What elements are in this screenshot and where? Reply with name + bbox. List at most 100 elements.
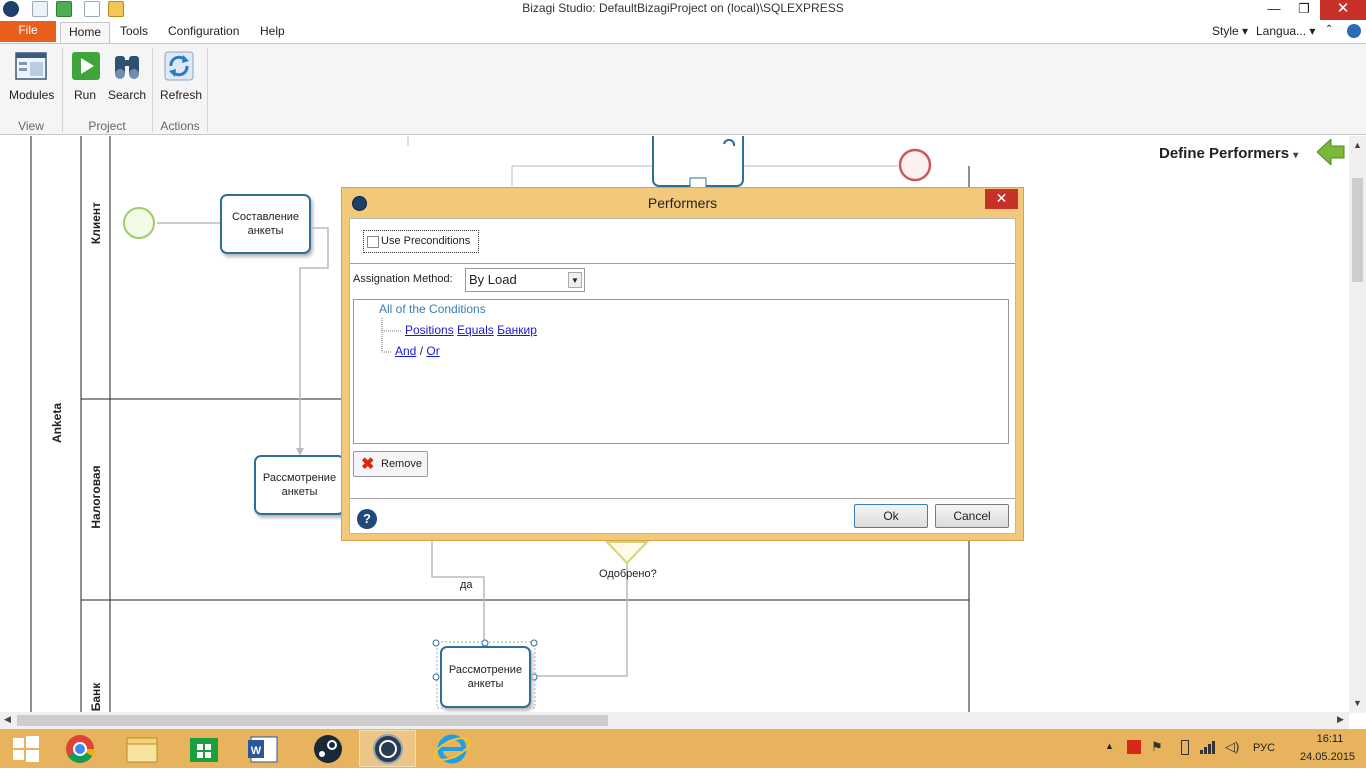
- language-indicator[interactable]: РУС: [1253, 742, 1275, 754]
- style-menu[interactable]: Style ▾: [1212, 24, 1248, 38]
- refresh-icon: [163, 50, 195, 82]
- define-performers-menu[interactable]: Define Performers ▾: [1159, 145, 1298, 162]
- help-circle-icon[interactable]: [1347, 24, 1361, 38]
- assignation-method-select[interactable]: By Load ▼: [465, 268, 585, 292]
- or-link[interactable]: Or: [426, 344, 439, 358]
- close-window-button[interactable]: ✕: [1320, 0, 1366, 20]
- ribbon-tabs: File Home Tools Configuration Help Style…: [0, 20, 1366, 43]
- tab-tools[interactable]: Tools: [112, 22, 156, 43]
- clock-date[interactable]: 24.05.2015: [1300, 751, 1355, 763]
- steam-icon: [314, 735, 342, 763]
- chrome-icon: [66, 735, 94, 763]
- search-label: Search: [108, 88, 147, 102]
- svg-text:W: W: [251, 745, 262, 757]
- back-arrow-icon[interactable]: [1316, 137, 1345, 167]
- network-icon[interactable]: [1200, 739, 1216, 755]
- flag-icon[interactable]: ⚑: [1151, 739, 1163, 755]
- ribbon: Modules View Run Search Project Refresh …: [0, 43, 1366, 135]
- remove-x-icon: ✖: [361, 456, 375, 473]
- clock-time[interactable]: 16:11: [1305, 733, 1355, 745]
- battery-icon[interactable]: [1181, 740, 1189, 755]
- minimize-button[interactable]: —: [1259, 0, 1289, 20]
- lane-label-client: Клиент: [89, 201, 103, 245]
- scroll-thumb[interactable]: [1352, 178, 1363, 282]
- task-compose[interactable]: Составление анкеты: [220, 194, 311, 254]
- ok-button[interactable]: Ok: [854, 504, 928, 528]
- dialog-close-button[interactable]: ✕: [985, 189, 1018, 209]
- refresh-button[interactable]: Refresh: [160, 50, 202, 102]
- search-button[interactable]: Search: [108, 50, 146, 102]
- define-performers-label: Define Performers: [1159, 145, 1290, 162]
- bizagi-icon: [373, 734, 403, 764]
- remove-label: Remove: [381, 458, 422, 470]
- gateway-label: Одобрено?: [599, 568, 657, 580]
- modules-button[interactable]: Modules: [9, 50, 54, 102]
- remove-button[interactable]: ✖ Remove: [353, 451, 428, 477]
- task-review-bank[interactable]: Рассмотрение анкеты: [440, 646, 531, 708]
- assignation-method-value: By Load: [469, 272, 517, 287]
- taskbar-ie[interactable]: [422, 730, 479, 767]
- title-bar: Bizagi Studio: DefaultBizagiProject on (…: [0, 0, 1366, 20]
- run-label: Run: [73, 88, 96, 102]
- language-menu[interactable]: Langua... ▾: [1256, 24, 1315, 38]
- taskbar-chrome[interactable]: [52, 730, 109, 767]
- scroll-left-icon[interactable]: ◀: [4, 714, 11, 725]
- scroll-thumb[interactable]: [17, 715, 608, 726]
- store-icon: [190, 738, 218, 762]
- cancel-button[interactable]: Cancel: [935, 504, 1009, 528]
- condition-value-link[interactable]: Банкир: [497, 323, 537, 337]
- dialog-body: Use Preconditions Assignation Method: By…: [349, 218, 1016, 534]
- group-view: View: [18, 119, 44, 133]
- and-link[interactable]: And: [395, 344, 416, 358]
- help-icon[interactable]: ?: [357, 509, 377, 529]
- horizontal-scrollbar[interactable]: ◀ ▶: [0, 712, 1349, 729]
- condition-field-link[interactable]: Positions: [405, 323, 454, 337]
- chevron-down-icon: ▾: [1293, 150, 1299, 161]
- vertical-scrollbar[interactable]: ▲ ▼: [1349, 136, 1366, 713]
- binoculars-icon: [111, 50, 143, 82]
- group-project: Project: [88, 119, 126, 133]
- performers-dialog: Performers ✕ Use Preconditions Assignati…: [341, 187, 1024, 541]
- taskbar-bizagi[interactable]: [359, 730, 416, 767]
- lane-label-bank: Банк: [89, 682, 103, 712]
- use-preconditions-label: Use Preconditions: [381, 235, 471, 247]
- taskbar-steam[interactable]: [300, 730, 357, 767]
- task-review-tax[interactable]: Рассмотрение анкеты: [254, 455, 345, 515]
- run-button[interactable]: Run: [70, 50, 100, 102]
- logic-row: And / Or: [395, 344, 440, 358]
- condition-operator-link[interactable]: Equals: [457, 323, 494, 337]
- run-icon: [70, 50, 102, 82]
- dropdown-arrow-icon[interactable]: ▼: [568, 272, 582, 288]
- tab-configuration[interactable]: Configuration: [160, 22, 247, 43]
- assignation-method-label: Assignation Method:: [353, 273, 453, 285]
- ie-icon: [433, 734, 471, 764]
- restore-button[interactable]: ❐: [1289, 0, 1319, 20]
- modules-icon: [15, 50, 47, 82]
- use-preconditions-checkbox[interactable]: Use Preconditions: [363, 230, 479, 253]
- scroll-up-icon[interactable]: ▲: [1349, 140, 1366, 150]
- volume-icon[interactable]: ◁): [1225, 739, 1239, 755]
- tab-file[interactable]: File: [0, 21, 56, 42]
- taskbar-explorer[interactable]: [113, 730, 170, 767]
- taskbar-store[interactable]: [175, 730, 232, 767]
- preconditions-area: Use Preconditions: [350, 219, 1015, 264]
- antivirus-icon[interactable]: [1127, 740, 1141, 754]
- conditions-tree: All of the Conditions Positions Equals Б…: [353, 299, 1009, 444]
- group-actions: Actions: [160, 119, 200, 133]
- flow-label-yes: да: [460, 579, 473, 591]
- checkbox-box[interactable]: [367, 236, 379, 248]
- tab-home[interactable]: Home: [60, 22, 111, 43]
- tab-help[interactable]: Help: [252, 22, 293, 43]
- tray-chevron-icon[interactable]: ▲: [1105, 741, 1114, 751]
- folder-icon: [126, 737, 158, 763]
- scroll-right-icon[interactable]: ▶: [1337, 714, 1344, 725]
- pool-label: Anketa: [50, 403, 64, 444]
- start-button[interactable]: [0, 730, 50, 767]
- condition-row: Positions Equals Банкир: [405, 323, 537, 337]
- scroll-down-icon[interactable]: ▼: [1349, 698, 1366, 708]
- all-conditions-header: All of the Conditions: [379, 302, 486, 316]
- footer-divider: [350, 498, 1015, 499]
- taskbar-word[interactable]: W: [235, 730, 292, 767]
- collapse-ribbon-icon[interactable]: ⌃: [1325, 24, 1333, 35]
- logic-separator: /: [419, 344, 424, 358]
